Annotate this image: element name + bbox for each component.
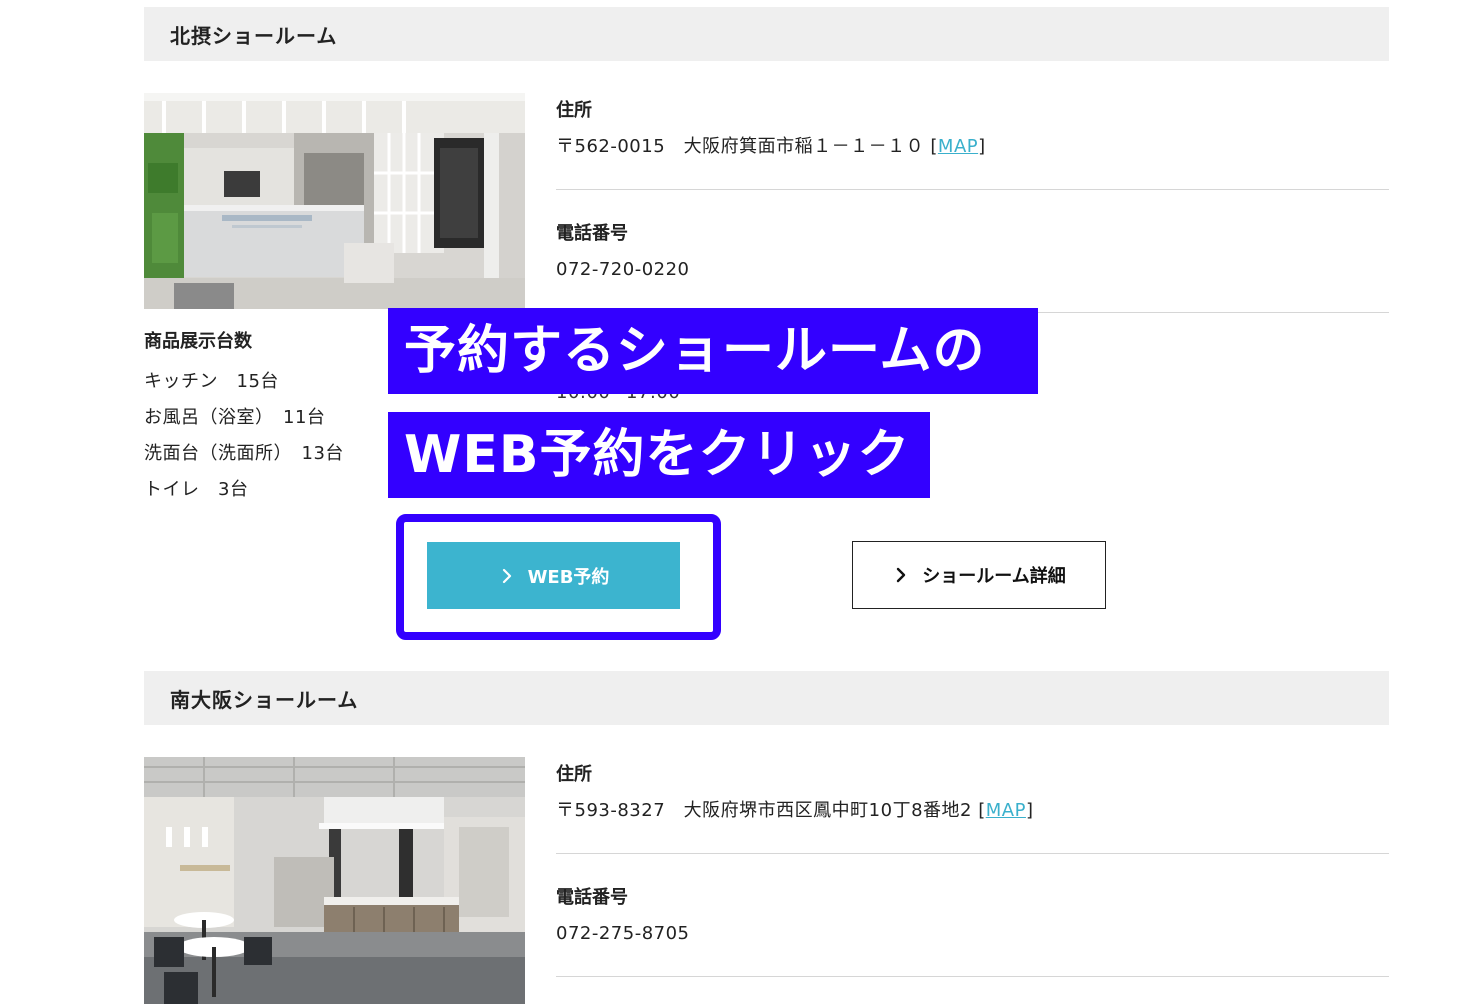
annotation-text: 予約するショールームの (404, 321, 986, 381)
map-link[interactable]: MAP (986, 800, 1026, 821)
annotation-text: WEB予約をクリック (404, 425, 911, 485)
divider (556, 976, 1389, 977)
phone-block: 電話番号 072-275-8705 (556, 886, 1389, 946)
address-text: 大阪府箕面市稲１－１－１０ (683, 136, 925, 157)
showroom-photo (144, 93, 525, 309)
map-link[interactable]: MAP (938, 136, 978, 157)
display-count-block: 商品展示台数 キッチン 15台 お風呂（浴室） 11台 洗面台（洗面所） 13台… (144, 330, 384, 508)
phone-value: 072-275-8705 (556, 923, 690, 944)
address-block: 住所 〒593-8327 大阪府堺市西区鳳中町10丁8番地2 [MAP] (556, 763, 1389, 823)
phone-block: 電話番号 072-720-0220 (556, 222, 1389, 282)
annotation-line1: 予約するショールームの (388, 308, 1038, 394)
showroom-header-hokusetsu: 北摂ショールーム (144, 7, 1389, 61)
showroom-detail-button[interactable]: ショールーム詳細 (852, 541, 1106, 609)
display-item-bath: お風呂（浴室） 11台 (144, 407, 326, 428)
showroom-photo (144, 757, 525, 1004)
showroom-header-minami-osaka: 南大阪ショールーム (144, 671, 1389, 725)
showroom-detail-label: ショールーム詳細 (922, 566, 1066, 587)
postal-code: 〒562-0015 (556, 136, 666, 157)
postal-code: 〒593-8327 (556, 800, 666, 821)
address-text: 大阪府堺市西区鳳中町10丁8番地2 (683, 800, 972, 821)
annotation-line2: WEB予約をクリック (388, 412, 930, 498)
display-count-title: 商品展示台数 (144, 331, 252, 352)
phone-label: 電話番号 (556, 223, 628, 244)
divider (556, 853, 1389, 854)
chevron-right-icon (502, 568, 511, 583)
address-value: 〒562-0015 大阪府箕面市稲１－１－１０ [MAP] (556, 136, 986, 157)
display-item-kitchen: キッチン 15台 (144, 371, 279, 392)
address-value: 〒593-8327 大阪府堺市西区鳳中町10丁8番地2 [MAP] (556, 800, 1034, 821)
display-item-washstand: 洗面台（洗面所） 13台 (144, 443, 344, 464)
showroom-name: 北摂ショールーム (170, 23, 338, 48)
address-label: 住所 (556, 100, 592, 121)
page: 北摂ショールーム 住所 〒562-0015 大阪府箕面市稲１－１－１０ [MAP… (0, 0, 1480, 1004)
divider (556, 189, 1389, 190)
phone-value: 072-720-0220 (556, 259, 690, 280)
address-block: 住所 〒562-0015 大阪府箕面市稲１－１－１０ [MAP] (556, 99, 1389, 159)
web-reservation-button[interactable]: WEB予約 (427, 542, 680, 609)
chevron-right-icon (897, 567, 906, 583)
showroom-name: 南大阪ショールーム (170, 687, 359, 712)
address-label: 住所 (556, 764, 592, 785)
display-item-toilet: トイレ 3台 (144, 479, 249, 500)
web-reservation-label: WEB予約 (527, 566, 610, 588)
phone-label: 電話番号 (556, 887, 628, 908)
